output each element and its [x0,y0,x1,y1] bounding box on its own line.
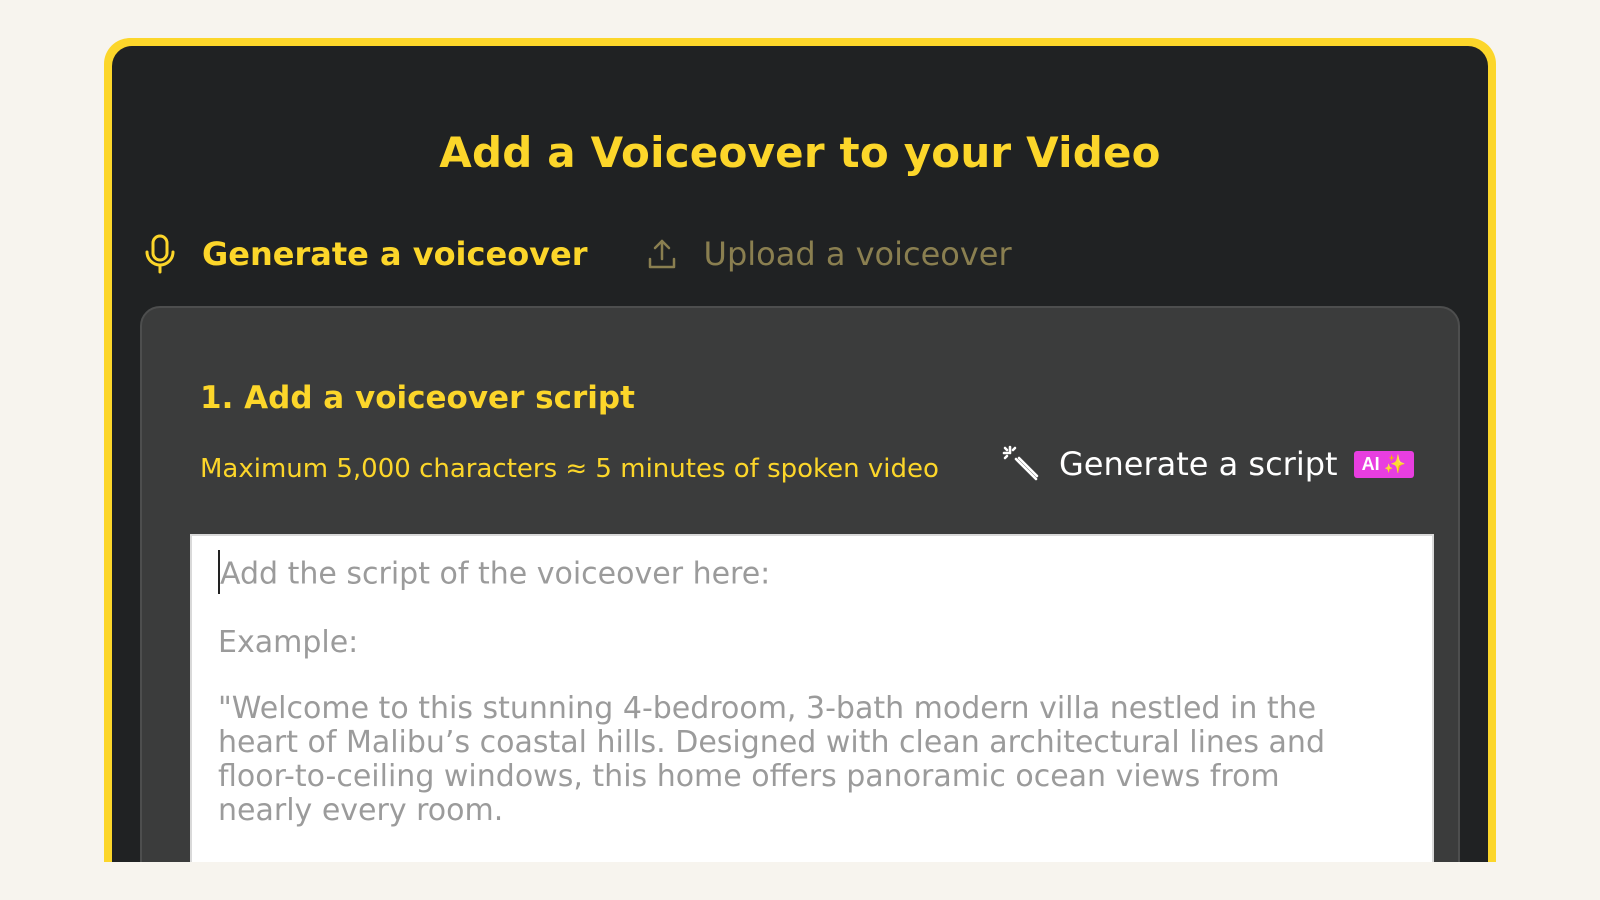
upload-icon [642,234,682,274]
dialog-title: Add a Voiceover to your Video [439,128,1161,177]
placeholder-line: Example: [218,625,359,660]
tab-upload-voiceover-label: Upload a voiceover [703,235,1012,273]
dialog-frame: Add a Voiceover to your Video Generate a… [104,38,1496,862]
step-title: 1. Add a voiceover script [200,380,635,416]
generate-script-label: Generate a script [1059,445,1338,483]
ai-badge: AI ✨ [1353,450,1414,478]
tab-upload-voiceover[interactable]: Upload a voiceover [642,234,1012,274]
character-limit-hint: Maximum 5,000 characters ≈ 5 minutes of … [200,454,939,484]
placeholder-line: heart of Malibu’s coastal hills. Designe… [218,725,1325,760]
placeholder-line: Add the script of the voiceover here: [220,556,771,592]
ai-badge-text: AI [1361,453,1380,474]
tab-generate-voiceover-label: Generate a voiceover [202,235,588,273]
tab-generate-voiceover[interactable]: Generate a voiceover [140,234,588,274]
generate-script-button[interactable]: Generate a script AI ✨ [1001,444,1414,484]
voiceover-tabs: Generate a voiceover Upload a voiceover [140,224,1012,284]
dialog-panel: Add a Voiceover to your Video Generate a… [112,46,1488,862]
script-input[interactable]: Add the script of the voiceover here: Ex… [190,534,1434,862]
placeholder-line: floor-to-ceiling windows, this home offe… [218,759,1280,794]
magic-wand-icon [1001,444,1041,484]
placeholder-line: "Welcome to this stunning 4-bedroom, 3-b… [218,691,1317,726]
page: Add a Voiceover to your Video Generate a… [0,0,1600,900]
sparkle-icon: ✨ [1383,453,1406,474]
placeholder-line: nearly every room. [218,793,504,828]
microphone-icon [140,234,180,274]
script-card: 1. Add a voiceover script Maximum 5,000 … [140,306,1460,862]
